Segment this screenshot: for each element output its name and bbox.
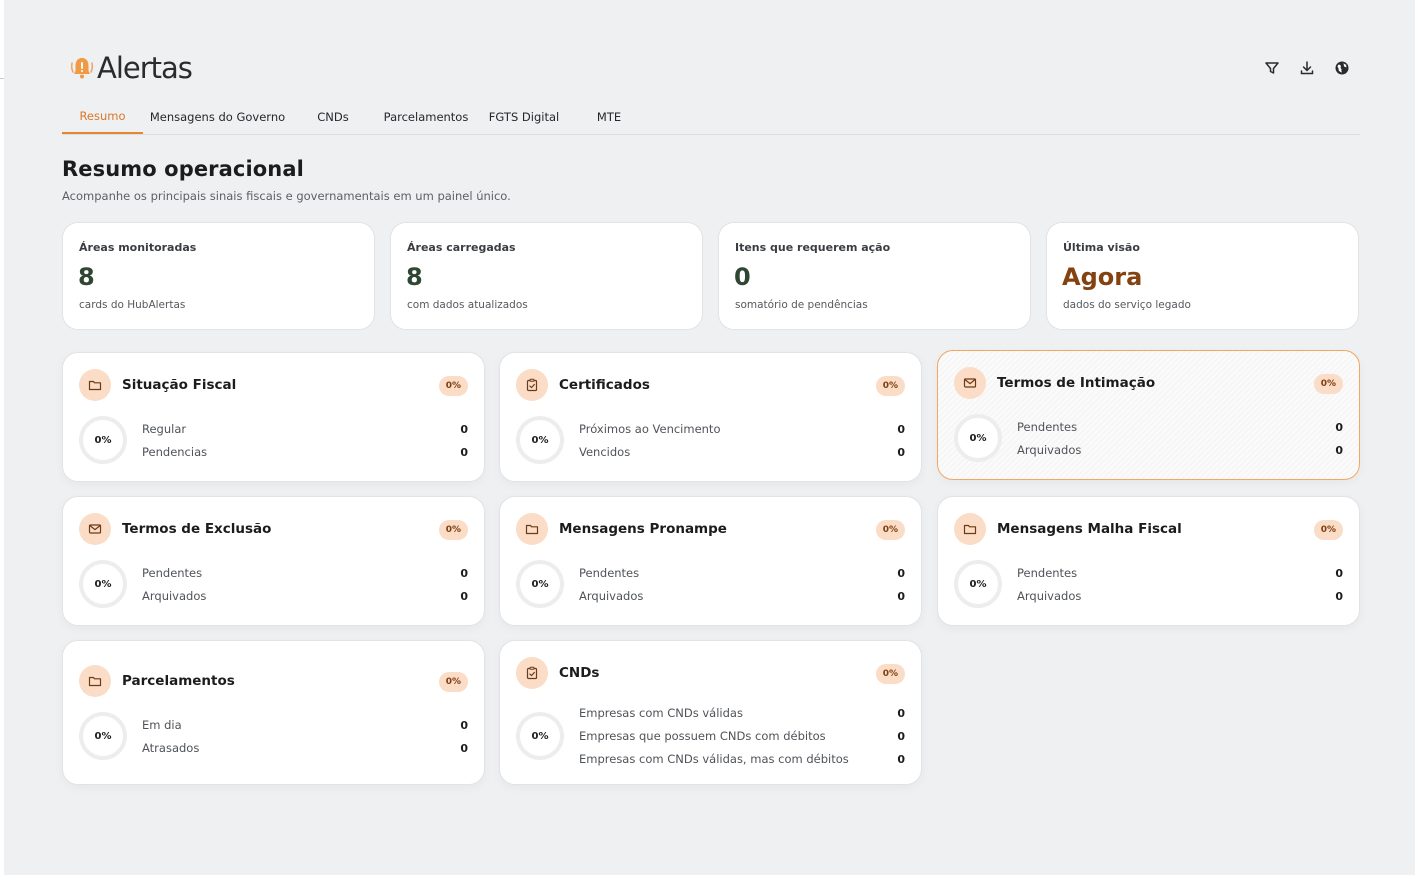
card-situacao-fiscal[interactable]: Situação Fiscal 0% 0% Regular 0 Pendenci… xyxy=(62,352,485,482)
percent-badge: 0% xyxy=(875,664,905,684)
stat-note: cards do HubAlertas xyxy=(79,299,186,311)
app-header: Alertas xyxy=(62,48,1360,88)
stat-card-itens-acao: Itens que requerem ação 0 somatório de p… xyxy=(718,222,1031,330)
metric-row: Empresas com CNDs válidas, mas com débit… xyxy=(579,752,905,766)
metric-row: Atrasados 0 xyxy=(142,741,468,755)
stat-card-areas-monitoradas: Áreas monitoradas 8 cards do HubAlertas xyxy=(62,222,375,330)
stat-label: Áreas monitoradas xyxy=(79,241,197,254)
percent-badge: 0% xyxy=(438,520,468,540)
folder-icon xyxy=(88,380,102,391)
card-cnds[interactable]: CNDs 0% 0% Empresas com CNDs válidas 0 E… xyxy=(499,640,922,785)
card-termos-de-intimacao[interactable]: Termos de Intimação 0% 0% Pendentes 0 Ar… xyxy=(937,350,1360,480)
percent-badge: 0% xyxy=(875,520,905,540)
percent-badge: 0% xyxy=(1313,374,1343,394)
card-title: Situação Fiscal xyxy=(122,377,237,393)
metric-row: Arquivados 0 xyxy=(1017,589,1343,603)
stat-label: Última visão xyxy=(1063,241,1140,254)
metric-row: Arquivados 0 xyxy=(1017,443,1343,457)
folder-icon xyxy=(963,524,977,535)
window-edge xyxy=(0,0,4,875)
mail-icon xyxy=(88,524,102,534)
tab-cnds[interactable]: CNDs xyxy=(308,100,358,134)
tab-mensagens-do-governo[interactable]: Mensagens do Governo xyxy=(150,100,285,134)
app-logo[interactable]: Alertas xyxy=(68,50,193,86)
progress-ring: 0% xyxy=(79,560,127,608)
progress-ring: 0% xyxy=(79,712,127,760)
stat-card-ultima-visao: Última visão Agora dados do serviço lega… xyxy=(1046,222,1359,330)
percent-badge: 0% xyxy=(875,376,905,396)
main-tabs: Resumo Mensagens do Governo CNDs Parcela… xyxy=(62,100,1360,135)
card-title: Termos de Intimação xyxy=(997,375,1156,391)
card-title: Mensagens Malha Fiscal xyxy=(997,521,1182,537)
progress-ring: 0% xyxy=(516,560,564,608)
percent-badge: 0% xyxy=(438,376,468,396)
metric-row: Regular 0 xyxy=(142,422,468,436)
globe-icon xyxy=(1335,61,1349,75)
metric-row: Arquivados 0 xyxy=(579,589,905,603)
card-title: Termos de Exclusão xyxy=(122,521,272,537)
stat-value: Agora xyxy=(1062,263,1143,291)
page-subtitle: Acompanhe os principais sinais fiscais e… xyxy=(62,189,511,203)
metric-row: Pendencias 0 xyxy=(142,445,468,459)
clipboard-check-icon xyxy=(526,378,538,392)
folder-icon xyxy=(88,676,102,687)
card-mensagens-malha-fiscal[interactable]: Mensagens Malha Fiscal 0% 0% Pendentes 0… xyxy=(937,496,1360,626)
card-title: Mensagens Pronampe xyxy=(559,521,727,537)
stat-label: Áreas carregadas xyxy=(407,241,516,254)
filter-icon xyxy=(1265,62,1279,74)
card-title: Certificados xyxy=(559,377,650,393)
card-title: Parcelamentos xyxy=(122,673,235,689)
stat-label: Itens que requerem ação xyxy=(735,241,891,254)
metric-row: Pendentes 0 xyxy=(142,566,468,580)
clipboard-check-icon xyxy=(526,666,538,680)
card-termos-de-exclusao[interactable]: Termos de Exclusão 0% 0% Pendentes 0 Arq… xyxy=(62,496,485,626)
metric-row: Empresas com CNDs válidas 0 xyxy=(579,706,905,720)
language-button[interactable] xyxy=(1332,58,1352,78)
tab-parcelamentos[interactable]: Parcelamentos xyxy=(382,100,470,134)
metric-row: Em dia 0 xyxy=(142,718,468,732)
progress-ring: 0% xyxy=(954,560,1002,608)
page-title: Resumo operacional xyxy=(62,157,304,181)
metric-row: Arquivados 0 xyxy=(142,589,468,603)
tab-fgts-digital[interactable]: FGTS Digital xyxy=(488,100,560,134)
progress-ring: 0% xyxy=(954,414,1002,462)
app-name: Alertas xyxy=(97,51,193,85)
stat-value: 0 xyxy=(734,263,751,291)
stat-note: dados do serviço legado xyxy=(1063,299,1191,311)
metric-row: Próximos ao Vencimento 0 xyxy=(579,422,905,436)
card-parcelamentos[interactable]: Parcelamentos 0% 0% Em dia 0 Atrasados 0 xyxy=(62,640,485,785)
metric-row: Pendentes 0 xyxy=(1017,420,1343,434)
card-mensagens-pronampe[interactable]: Mensagens Pronampe 0% 0% Pendentes 0 Arq… xyxy=(499,496,922,626)
metric-row: Pendentes 0 xyxy=(1017,566,1343,580)
download-button[interactable] xyxy=(1297,58,1317,78)
progress-ring: 0% xyxy=(79,416,127,464)
folder-icon xyxy=(525,524,539,535)
progress-ring: 0% xyxy=(516,416,564,464)
mail-icon xyxy=(963,378,977,388)
percent-badge: 0% xyxy=(438,672,468,692)
stat-card-areas-carregadas: Áreas carregadas 8 com dados atualizados xyxy=(390,222,703,330)
filter-button[interactable] xyxy=(1262,58,1282,78)
metric-row: Pendentes 0 xyxy=(579,566,905,580)
tab-mte[interactable]: MTE xyxy=(592,100,626,134)
card-title: CNDs xyxy=(559,665,600,681)
metric-row: Empresas que possuem CNDs com débitos 0 xyxy=(579,729,905,743)
metric-row: Vencidos 0 xyxy=(579,445,905,459)
progress-ring: 0% xyxy=(516,712,564,760)
card-certificados[interactable]: Certificados 0% 0% Próximos ao Venciment… xyxy=(499,352,922,482)
download-icon xyxy=(1300,61,1314,75)
stat-value: 8 xyxy=(406,263,423,291)
tab-resumo[interactable]: Resumo xyxy=(62,100,143,134)
stat-note: com dados atualizados xyxy=(407,299,528,311)
alert-bell-icon xyxy=(68,54,96,82)
percent-badge: 0% xyxy=(1313,520,1343,540)
stat-note: somatório de pendências xyxy=(735,299,868,311)
stat-value: 8 xyxy=(78,263,95,291)
